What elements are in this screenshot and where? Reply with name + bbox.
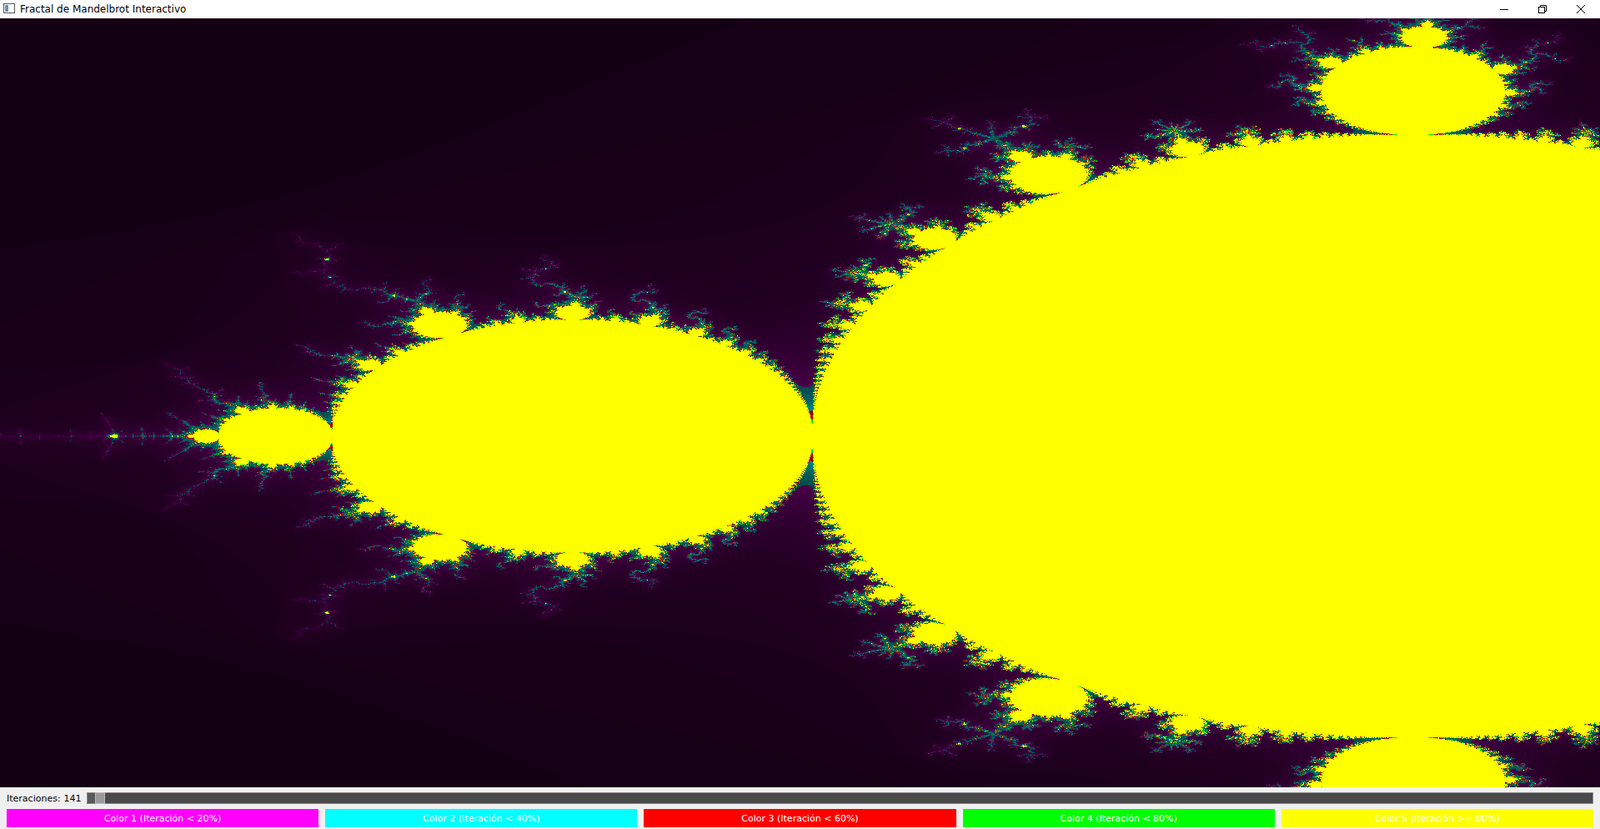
iterations-slider[interactable] [86,792,1594,804]
color-button-label: Color 1 (Iteración < 20%) [104,812,221,824]
app-icon [3,3,16,16]
color-button[interactable]: Color 5 (Iteración >= 80%) [1281,808,1594,828]
window-title: Fractal de Mandelbrot Interactivo [15,3,1485,16]
color-buttons: Color 1 (Iteración < 20%) Color 2 (Iterac… [0,807,1600,829]
fractal-canvas[interactable] [0,18,1600,788]
color-button-label: Color 4 (Iteración < 80%) [1060,812,1178,824]
color-button[interactable]: Color 2 (Iteración < 40%) [325,808,637,828]
window-controls [1484,0,1600,19]
fractal-view [0,18,1600,788]
iterations-row: Iteraciones:141 [0,787,1600,808]
minimize-icon[interactable] [1484,0,1524,19]
color-button[interactable]: Color 3 (Iteración < 60%) [643,808,956,828]
iterations-value: 141 [64,792,82,804]
color-button-label: Color 2 (Iteración < 40%) [422,812,540,824]
color-button[interactable]: Color 4 (Iteración < 80%) [963,808,1275,828]
color-button-label: Color 5 (Iteración >= 80%) [1374,812,1500,824]
close-icon[interactable] [1561,0,1600,19]
slider-thumb[interactable] [95,792,106,804]
iterations-caption: Iteraciones: [6,792,61,804]
title-bar: Fractal de Mandelbrot Interactivo [0,0,1600,19]
iterations-fill [87,792,96,803]
iterations-label: Iteraciones:141 [6,792,82,804]
restore-icon[interactable] [1523,0,1562,19]
color-button-label: Color 3 (Iteración < 60%) [741,812,858,824]
color-button[interactable]: Color 1 (Iteración < 20%) [6,808,319,828]
